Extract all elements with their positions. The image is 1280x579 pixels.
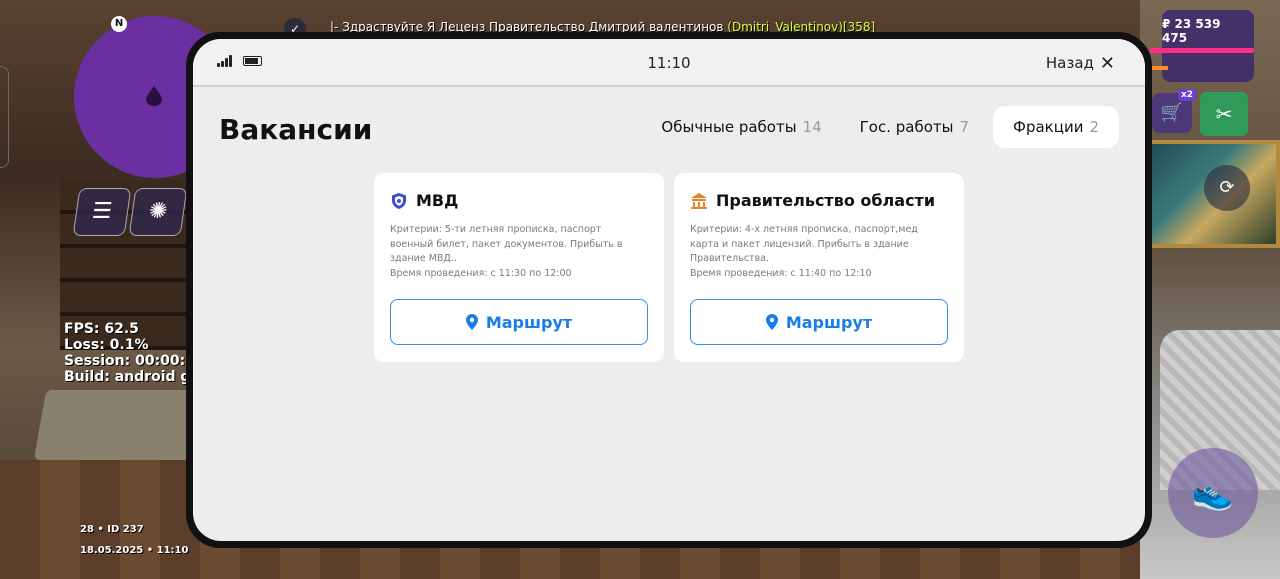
back-button[interactable]: Назад ✕ [1046,53,1115,74]
card-description: Критерии: 5-ти летняя прописка, паспорт … [390,223,640,281]
health-bar [1150,48,1254,53]
card-criteria: Критерии: 5-ти летняя прописка, паспорт … [390,224,623,264]
card-criteria: Критерии: 4-х летняя прописка, паспорт,м… [690,224,918,264]
money-panel: ₽ 23 539 475 [1162,10,1254,82]
vacancy-card-government: Правительство области Критерии: 4-х летн… [674,173,964,362]
close-icon[interactable]: ✕ [1100,53,1115,74]
phone-status-bar: 11:10 Назад ✕ [193,39,1145,87]
tab-label: Обычные работы [661,118,797,136]
map-pin-icon [765,314,778,330]
weapon-icon[interactable]: ✂ [1200,92,1248,136]
sprint-sneaker-icon[interactable]: 👟 [1168,448,1258,538]
route-button-government[interactable]: Маршрут [690,299,948,345]
map-pin-icon [465,314,478,330]
armor-bar [1150,66,1168,70]
route-button-label: Маршрут [785,312,873,332]
phone-screen: 11:10 Назад ✕ Вакансии Обычные работы 14 Г… [193,39,1145,541]
back-label: Назад [1045,54,1094,72]
menu-icon[interactable]: ☰ [72,188,132,236]
tab-regular-jobs[interactable]: Обычные работы 14 [647,106,835,148]
game-table [33,390,207,460]
card-title: Правительство области [716,191,936,210]
vacancy-card-mvd: МВД Критерии: 5-ти летняя прописка, пасп… [374,173,664,362]
tab-gov-jobs[interactable]: Гос. работы 7 [846,106,983,148]
player-id: 28 • ID 237 [80,524,144,535]
debug-session: Session: 00:00:47 [64,353,205,369]
tab-count: 2 [1089,118,1099,136]
debug-loss: Loss: 0.1% [64,337,149,353]
card-time: Время проведения: с 11:30 по 12:00 [390,267,572,279]
money-value: ₽ 23 539 475 [1162,17,1221,45]
tab-label: Фракции [1013,118,1084,136]
shield-icon [392,192,406,209]
shop-multiplier-badge: x2 [1178,89,1197,101]
tab-factions[interactable]: Фракции 2 [993,106,1119,148]
tab-count: 14 [802,118,822,136]
card-description: Критерии: 4-х летняя прописка, паспорт,м… [690,223,940,281]
gear-wheel-icon[interactable]: ✺ [128,188,188,236]
waypoint-drop-icon [146,86,162,106]
page-title: Вакансии [219,113,373,146]
route-button-label: Маршрут [485,312,573,332]
phone-frame: 11:10 Назад ✕ Вакансии Обычные работы 14 Г… [186,32,1152,548]
compass-north-icon: N [111,16,127,32]
card-title: МВД [416,191,459,210]
tab-count: 7 [959,118,970,136]
debug-build: Build: android go [64,369,201,385]
date-time: 18.05.2025 • 11:10 [80,545,189,556]
phone-clock: 11:10 [647,54,691,72]
side-drawer-handle[interactable] [0,66,9,168]
camera-switch-icon[interactable]: ⟳ [1204,165,1250,211]
tab-label: Гос. работы [859,118,954,136]
government-building-icon [691,192,707,209]
route-button-mvd[interactable]: Маршрут [390,299,648,345]
job-tabs: Обычные работы 14 Гос. работы 7 Фракции 2 [637,106,1119,148]
card-time: Время проведения: с 11:40 по 12:10 [690,267,872,279]
debug-fps: FPS: 62.5 [64,321,139,337]
debug-overlay: FPS: 62.5 Loss: 0.1% Session: 00:00:47 Buil… [64,321,205,385]
